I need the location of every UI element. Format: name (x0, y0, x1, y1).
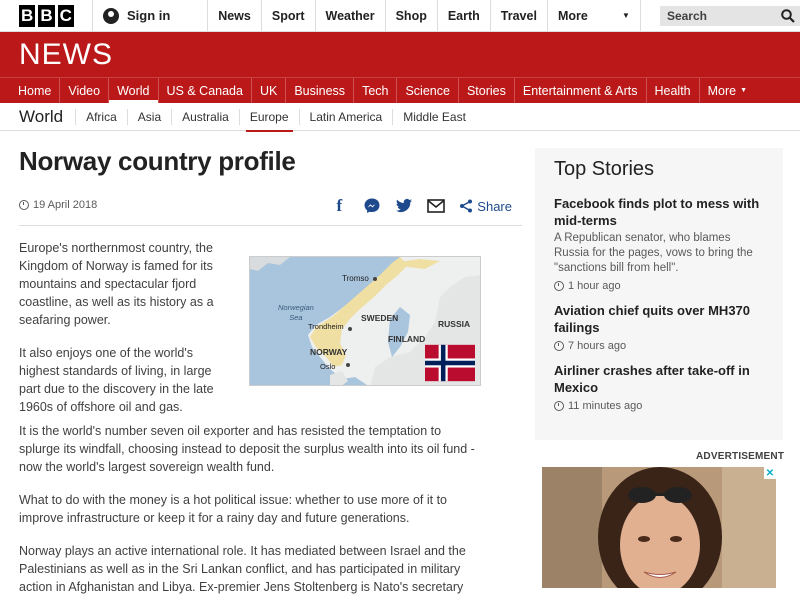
intro-paragraph-2: It also enjoys one of the world's highes… (19, 346, 214, 414)
top-nav-weather[interactable]: Weather (316, 0, 386, 31)
map-label-russia: RUSSIA (438, 319, 471, 329)
subnav-europe[interactable]: Europe (238, 108, 299, 132)
top-story[interactable]: Aviation chief quits over MH370 failings… (554, 302, 764, 352)
facebook-icon[interactable]: f (329, 196, 349, 216)
top-story-headline[interactable]: Facebook finds plot to mess with mid-ter… (554, 195, 764, 229)
top-story-headline[interactable]: Airliner crashes after take-off in Mexic… (554, 362, 764, 396)
nav-uk[interactable]: UK (252, 78, 287, 103)
nav-business[interactable]: Business (286, 78, 355, 103)
map-label-oslo: Oslo (320, 362, 336, 371)
nav-home[interactable]: Home (10, 78, 61, 103)
top-nav-news[interactable]: News (208, 0, 262, 31)
share-label: Share (477, 198, 512, 214)
email-icon[interactable] (427, 199, 446, 213)
nav-video[interactable]: Video (60, 78, 110, 103)
share-icon (460, 199, 473, 213)
top-story-headline[interactable]: Aviation chief quits over MH370 failings (554, 302, 764, 336)
nav-health[interactable]: Health (647, 78, 700, 103)
article-header: Norway country profile 19 April 2018 f S… (19, 146, 522, 226)
intro-paragraph-1: Europe's northernmost country, the Kingd… (19, 241, 214, 327)
top-stories-panel: Top Stories Facebook finds plot to mess … (535, 148, 783, 440)
search-input[interactable]: Search (659, 6, 800, 26)
messenger-icon[interactable] (363, 197, 381, 215)
search-placeholder: Search (666, 9, 707, 23)
top-story-summary: A Republican senator, who blames Russia … (554, 232, 753, 274)
bbc-logo[interactable]: B B C (0, 0, 93, 31)
article-date: 19 April 2018 (19, 194, 97, 211)
top-story-time: 11 minutes ago (554, 400, 764, 412)
page-title: Norway country profile (19, 146, 296, 176)
caret-down-icon: ▼ (622, 11, 630, 20)
map-label-norwegian-sea: Norwegian Sea (278, 303, 314, 322)
nav-us-canada[interactable]: US & Canada (159, 78, 252, 103)
nav-more-button[interactable]: More ▼ (700, 78, 755, 103)
news-logo[interactable]: NEWS (19, 38, 113, 72)
top-story-time: 7 hours ago (554, 340, 764, 352)
bbc-logo-letter-c: C (57, 4, 74, 27)
top-nav-earth[interactable]: Earth (438, 0, 491, 31)
nav-entertainment-arts[interactable]: Entertainment & Arts (515, 78, 647, 103)
advertisement-label: ADVERTISEMENT (696, 451, 785, 462)
clock-icon (554, 341, 564, 351)
news-banner: NEWS (0, 32, 800, 77)
top-nav-travel[interactable]: Travel (491, 0, 548, 31)
nav-tech[interactable]: Tech (354, 78, 398, 103)
nav-stories[interactable]: Stories (459, 78, 515, 103)
ad-close-icon[interactable]: ✕ (764, 467, 776, 479)
share-tools: f Share (329, 194, 522, 216)
subnav-latin-america[interactable]: Latin America (298, 108, 393, 125)
subnav-middle-east[interactable]: Middle East (392, 108, 476, 125)
map-label-trondheim: Trondheim (308, 322, 344, 331)
bbc-logo-letter-b2: B (38, 4, 55, 27)
twitter-icon[interactable] (395, 198, 413, 214)
top-story-time-text: 11 minutes ago (568, 400, 643, 412)
search-icon[interactable] (781, 9, 795, 23)
subnav-asia[interactable]: Asia (126, 108, 171, 125)
clock-icon (19, 200, 29, 210)
top-nav-more-button[interactable]: More ▼ (548, 0, 641, 31)
norway-map-image: Tromso Norwegian Sea SWEDEN RUSSIA Trondh… (249, 256, 481, 386)
norway-flag-icon (425, 344, 475, 382)
ad-photo (542, 467, 776, 588)
subnav-australia[interactable]: Australia (171, 108, 239, 125)
map-label-norway: NORWAY (310, 347, 348, 357)
bbc-logo-letter-b1: B (19, 4, 36, 27)
top-story[interactable]: Airliner crashes after take-off in Mexic… (554, 362, 764, 412)
news-main-nav: Home Video World US & Canada UK Business… (0, 77, 800, 103)
user-icon (103, 7, 119, 24)
top-story-time-text: 7 hours ago (568, 340, 627, 352)
top-story-time-text: 1 hour ago (568, 280, 621, 292)
body-paragraph-2: What to do with the money is a hot polit… (19, 493, 447, 525)
share-button[interactable]: Share (459, 199, 512, 214)
top-nav-more-label: More (557, 8, 588, 23)
map-label-finland: FINLAND (388, 334, 426, 344)
top-story[interactable]: Facebook finds plot to mess with mid-ter… (554, 195, 764, 292)
nav-more-label: More (707, 83, 737, 98)
top-nav: News Sport Weather Shop Earth Travel Mor… (208, 0, 641, 31)
map-label-tromso: Tromso (342, 274, 369, 283)
map-label-sweden: SWEDEN (361, 313, 399, 323)
top-stories-title: Top Stories (554, 158, 655, 180)
world-sub-nav: World Africa Asia Australia Europe Latin… (0, 103, 800, 132)
bbc-top-bar: B B C Sign in News Sport Weather Shop Ea… (0, 0, 800, 32)
sign-in-link[interactable]: Sign in (93, 0, 209, 31)
subnav-africa[interactable]: Africa (75, 108, 127, 125)
top-nav-shop[interactable]: Shop (386, 0, 438, 31)
clock-icon (554, 281, 564, 291)
article-body: It is the world's number seven oil expor… (19, 422, 483, 611)
caret-down-icon: ▼ (740, 87, 748, 94)
section-title-world[interactable]: World (19, 107, 75, 127)
article-meta: 19 April 2018 f Share (19, 194, 522, 226)
body-paragraph-1: It is the world's number seven oil expor… (19, 424, 475, 474)
top-nav-sport[interactable]: Sport (262, 0, 316, 31)
article-intro: Europe's northernmost country, the Kingd… (19, 239, 219, 431)
top-story-time: 1 hour ago (554, 280, 764, 292)
sign-in-label: Sign in (127, 8, 171, 23)
nav-science[interactable]: Science (397, 78, 459, 103)
nav-world[interactable]: World (109, 78, 159, 103)
clock-icon (554, 401, 564, 411)
advertisement-image[interactable]: ✕ (542, 467, 776, 588)
article-date-text: 19 April 2018 (33, 199, 98, 211)
